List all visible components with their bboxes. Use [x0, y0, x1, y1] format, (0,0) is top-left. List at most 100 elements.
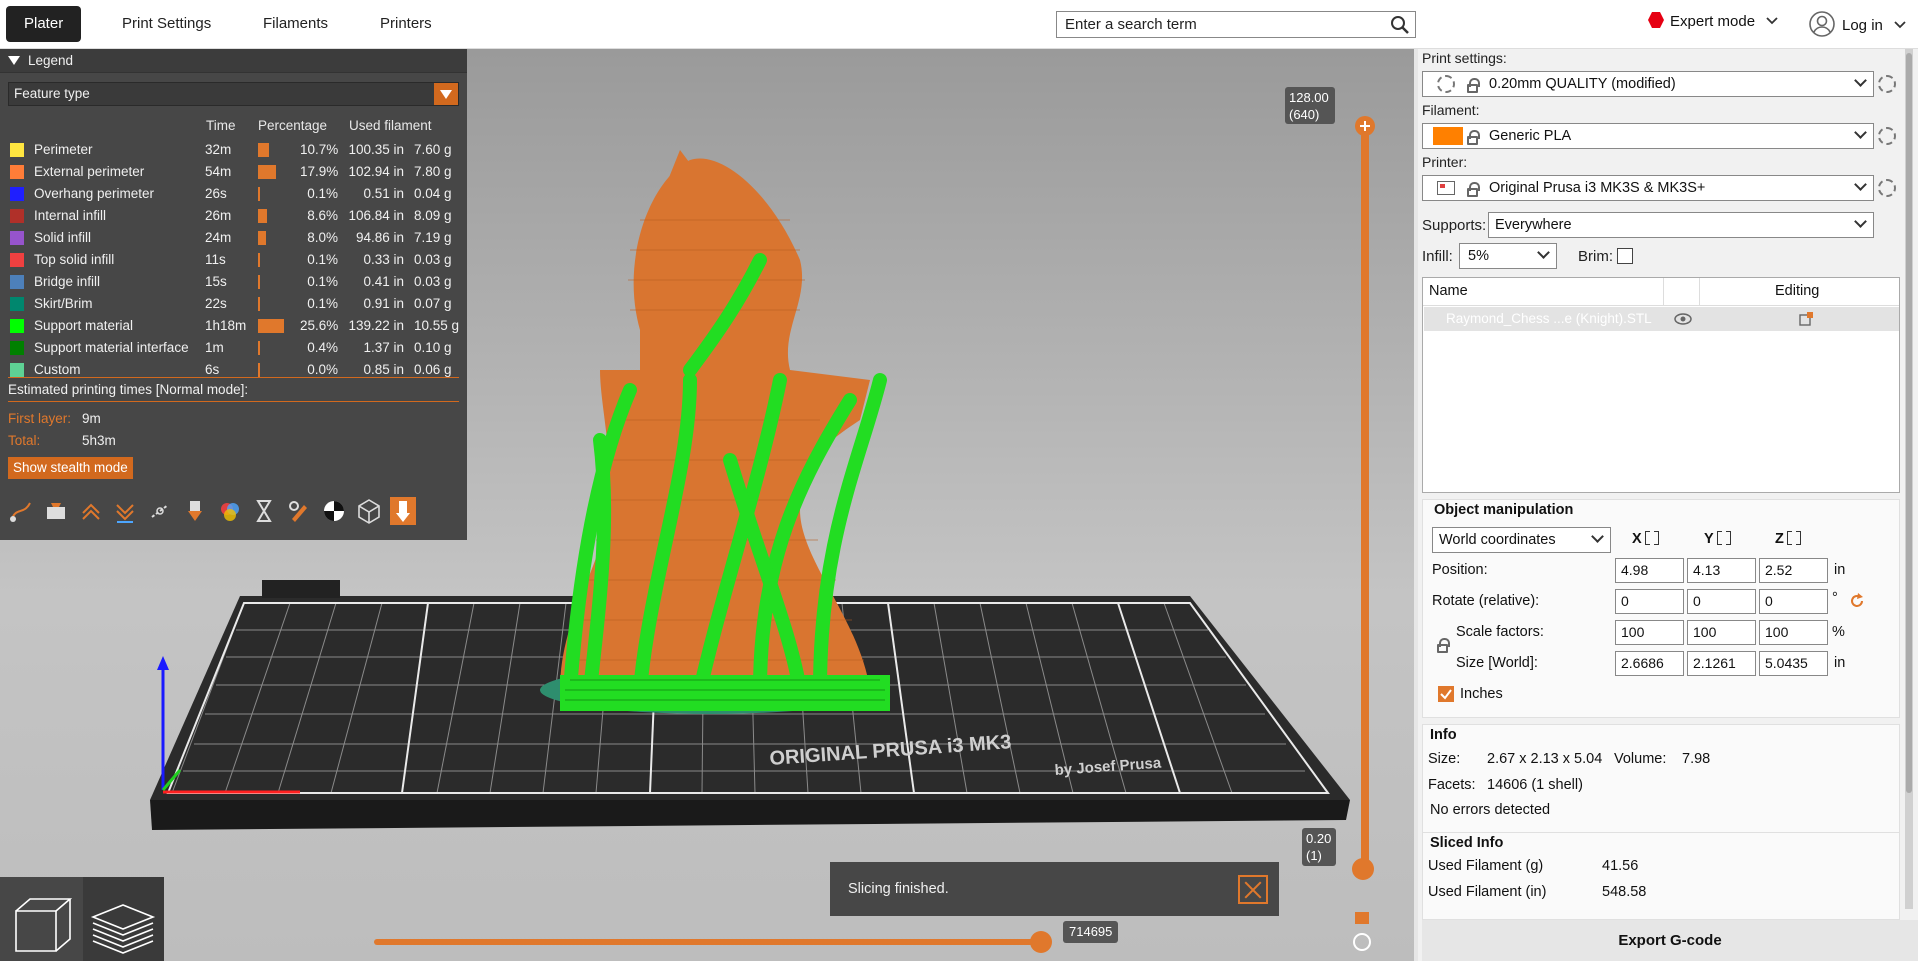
wipe-icon[interactable] [43, 497, 69, 525]
legend-row[interactable]: Top solid infill 11s 0.1% 0.33 in 0.03 g [0, 249, 467, 271]
axis-z-header[interactable]: Z [1775, 529, 1801, 547]
coordinate-system-select[interactable]: World coordinates [1432, 527, 1611, 553]
feature-color-swatch [10, 253, 24, 267]
inches-checkbox[interactable] [1438, 686, 1454, 702]
drop-to-bed-icon[interactable] [1644, 529, 1659, 547]
travel-icon[interactable] [8, 497, 34, 525]
edit-object-icon[interactable] [1798, 311, 1814, 327]
reset-rotation-icon[interactable] [1847, 591, 1867, 611]
feature-percentage: 8.0% [307, 230, 338, 245]
deretractions-icon[interactable] [112, 497, 138, 525]
object-name[interactable]: Raymond_Chess ...e (Knight).STL [1446, 311, 1652, 326]
retractions-icon[interactable] [78, 497, 104, 525]
feature-color-swatch [10, 297, 24, 311]
used-filament-in-label: Used Filament (in) [1428, 884, 1547, 900]
view-type-select[interactable]: Feature type [8, 82, 459, 106]
printer-select[interactable]: Original Prusa i3 MK3S & MK3S+ [1422, 175, 1874, 201]
feature-percentage-bar [258, 253, 260, 267]
legend-row[interactable]: Skirt/Brim 22s 0.1% 0.91 in 0.07 g [0, 293, 467, 315]
search-box[interactable] [1056, 11, 1416, 38]
search-icon[interactable] [1389, 14, 1411, 40]
scale-z-field[interactable]: 100 [1759, 620, 1828, 645]
feature-used-grams: 0.07 g [414, 296, 452, 311]
dropdown-arrow-icon[interactable] [434, 83, 458, 105]
position-y-field[interactable]: 4.13 [1687, 558, 1756, 583]
feature-used-grams: 0.03 g [414, 274, 452, 289]
tool-marker-icon[interactable] [390, 497, 417, 525]
scale-y-field[interactable]: 100 [1687, 620, 1756, 645]
top-bar: Plater Print Settings Filaments Printers… [0, 0, 1918, 49]
close-icon[interactable] [1238, 875, 1268, 904]
size-x-field[interactable]: 2.6686 [1615, 651, 1684, 676]
custom-gcode-icon[interactable] [286, 497, 312, 525]
tab-plater[interactable]: Plater [6, 6, 82, 42]
scale-x-field[interactable]: 100 [1615, 620, 1684, 645]
tab-filaments[interactable]: Filaments [245, 6, 346, 42]
drop-to-bed-icon[interactable] [1786, 529, 1801, 547]
feature-time: 1m [205, 340, 224, 355]
search-input[interactable] [1057, 12, 1377, 37]
legend-row[interactable]: Overhang perimeter 26s 0.1% 0.51 in 0.04 g [0, 183, 467, 205]
3d-view-button[interactable] [0, 877, 83, 961]
preview-view-button[interactable] [83, 877, 164, 961]
size-y-field[interactable]: 2.1261 [1687, 651, 1756, 676]
tab-printers[interactable]: Printers [362, 6, 450, 42]
show-stealth-mode-button[interactable]: Show stealth mode [8, 457, 133, 479]
drop-to-bed-icon[interactable] [1716, 529, 1731, 547]
color-changes-icon[interactable] [217, 497, 243, 525]
infill-select[interactable]: 5% [1459, 243, 1557, 269]
position-z-field[interactable]: 2.52 [1759, 558, 1828, 583]
cube-icon [15, 898, 73, 952]
rotate-z-field[interactable]: 0 [1759, 589, 1828, 614]
col-percentage: Percentage [258, 118, 328, 133]
feature-percentage: 0.4% [307, 340, 338, 355]
supports-select[interactable]: Everywhere [1488, 212, 1874, 238]
legend-row[interactable]: Support material 1h18m 25.6% 139.22 in 10.55… [0, 315, 467, 337]
shells-icon[interactable] [356, 497, 382, 525]
tab-print-settings[interactable]: Print Settings [104, 6, 229, 42]
login-button[interactable]: Log in [1808, 10, 1907, 38]
rotate-x-field[interactable]: 0 [1615, 589, 1684, 614]
center-of-gravity-icon[interactable] [321, 497, 347, 525]
feature-percentage: 0.0% [307, 362, 338, 377]
export-gcode-button[interactable]: Export G-code [1422, 920, 1918, 961]
brim-checkbox[interactable] [1617, 248, 1633, 264]
seams-icon[interactable] [147, 497, 173, 525]
tool-changes-icon[interactable] [182, 497, 208, 525]
slider-settings-icon [1353, 933, 1371, 951]
legend-row[interactable]: Internal infill 26m 8.6% 106.84 in 8.09 g [0, 205, 467, 227]
scale-lock-icon[interactable] [1437, 638, 1450, 653]
axis-x-header[interactable]: X [1632, 529, 1659, 547]
print-settings-edit-icon[interactable] [1878, 75, 1896, 93]
legend-header[interactable]: Legend [0, 49, 467, 73]
feature-used-grams: 7.80 g [414, 164, 452, 179]
rotate-y-field[interactable]: 0 [1687, 589, 1756, 614]
legend-row[interactable]: Bridge infill 15s 0.1% 0.41 in 0.03 g [0, 271, 467, 293]
divider [8, 377, 459, 378]
filament-edit-icon[interactable] [1878, 127, 1896, 145]
feature-used-grams: 0.03 g [414, 252, 452, 267]
legend-row[interactable]: Support material interface 1m 0.4% 1.37 in 0… [0, 337, 467, 359]
axis-y-header[interactable]: Y [1704, 529, 1731, 547]
layer-slider-track [1361, 126, 1369, 870]
filament-color-swatch[interactable] [1433, 127, 1463, 145]
legend-row[interactable]: Perimeter 32m 10.7% 100.35 in 7.60 g [0, 139, 467, 161]
legend-row[interactable]: External perimeter 54m 17.9% 102.94 in 7.80 … [0, 161, 467, 183]
view-options-toolbar [8, 497, 421, 525]
feature-percentage-bar [258, 165, 276, 179]
mode-selector[interactable]: Expert mode [1648, 12, 1779, 30]
brim-label: Brim: [1578, 248, 1613, 265]
pause-prints-icon[interactable] [251, 497, 277, 525]
printer-edit-icon[interactable] [1878, 179, 1896, 197]
print-settings-select[interactable]: 0.20mm QUALITY (modified) [1422, 71, 1874, 97]
size-z-field[interactable]: 5.0435 [1759, 651, 1828, 676]
col-time: Time [206, 118, 236, 133]
feature-percentage: 25.6% [300, 318, 339, 333]
eye-icon[interactable] [1674, 312, 1692, 326]
view-type-value: Feature type [14, 86, 90, 101]
sidebar-scrollbar[interactable] [1905, 49, 1913, 909]
object-row[interactable]: Raymond_Chess ...e (Knight).STL [1424, 307, 1899, 331]
position-x-field[interactable]: 4.98 [1615, 558, 1684, 583]
legend-row[interactable]: Solid infill 24m 8.0% 94.86 in 7.19 g [0, 227, 467, 249]
filament-select[interactable]: Generic PLA [1422, 123, 1874, 149]
